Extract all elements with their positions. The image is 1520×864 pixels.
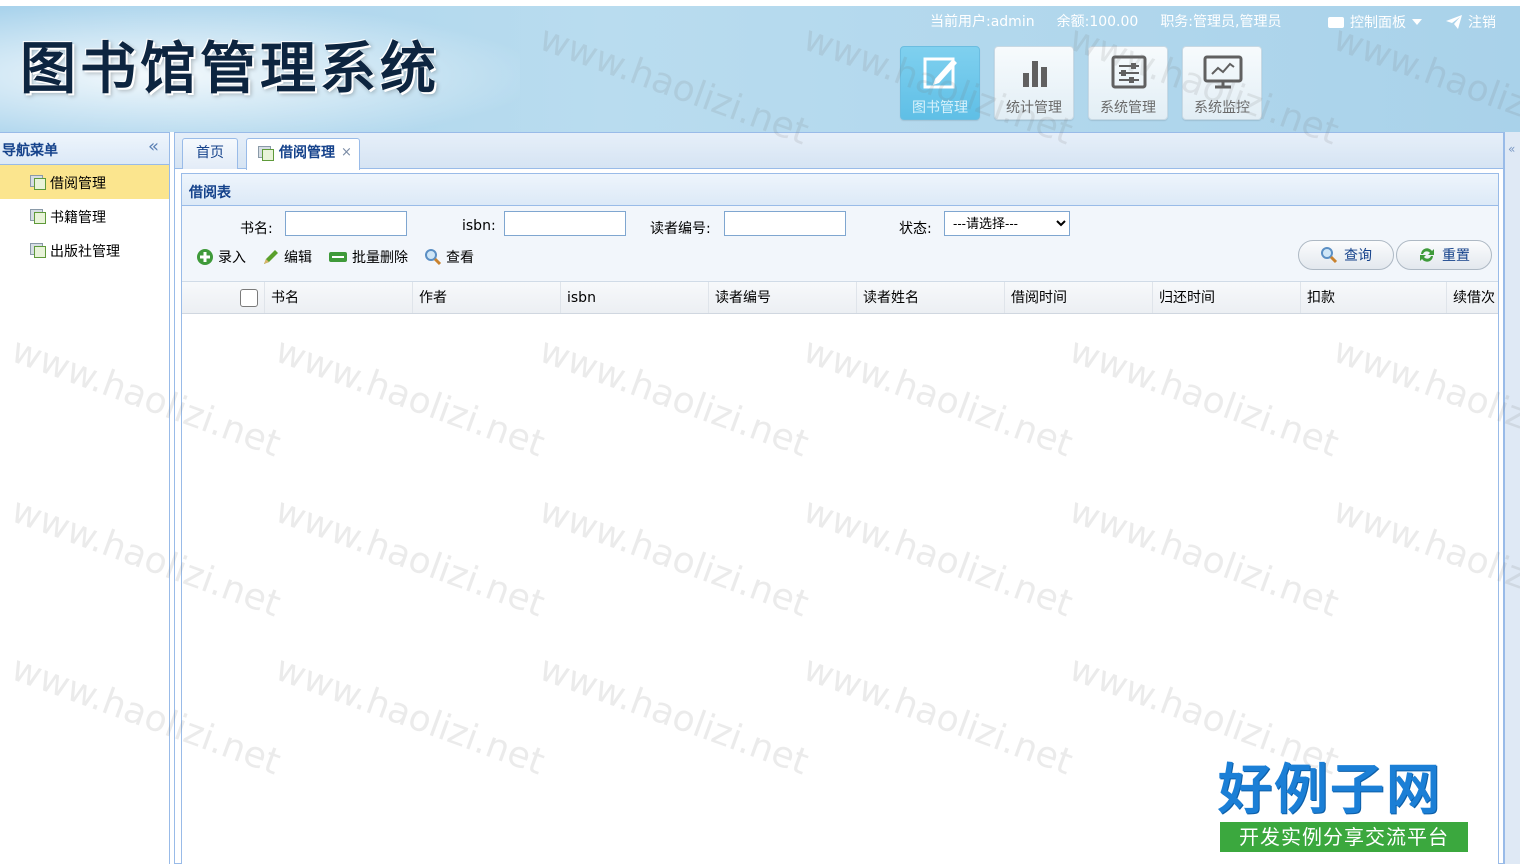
collapse-sidebar-icon[interactable]: «	[148, 137, 159, 157]
column-header-borrow-time[interactable]: 借阅时间	[1004, 282, 1152, 313]
status-select[interactable]: ---请选择---	[944, 211, 1070, 236]
column-header-return-time[interactable]: 归还时间	[1152, 282, 1300, 313]
refresh-icon	[1420, 248, 1434, 262]
column-header-renew-count[interactable]: 续借次	[1446, 282, 1498, 313]
window-icon	[30, 243, 46, 258]
tab-borrow-management[interactable]: 借阅管理 ×	[246, 138, 360, 170]
panel-title: 借阅表	[189, 185, 231, 201]
magnifier-icon	[425, 249, 442, 266]
module-label: 统计管理	[1006, 100, 1062, 116]
role-value: 管理员,管理员	[1193, 14, 1282, 30]
query-label: 查询	[1344, 248, 1372, 264]
sidebar-item-publisher-management[interactable]: 出版社管理	[0, 233, 169, 267]
bar-chart-icon	[1023, 61, 1047, 87]
send-icon	[1446, 15, 1462, 29]
user-label: 当前用户:	[930, 14, 991, 30]
app-header: 图书馆管理系统 当前用户: admin 余额: 100.00 职务: 管理员,管…	[0, 6, 1520, 132]
module-label: 系统管理	[1100, 100, 1156, 116]
edit-button[interactable]: 编辑	[262, 247, 312, 267]
sidebar-item-label: 借阅管理	[50, 176, 106, 192]
edit-label: 编辑	[284, 250, 312, 266]
monitor-icon	[1203, 55, 1243, 89]
control-panel-label: 控制面板	[1350, 15, 1406, 31]
logo-title: 好例子网	[1218, 757, 1442, 821]
column-header-isbn[interactable]: isbn	[560, 282, 708, 313]
nav-sidebar: 导航菜单 « 借阅管理 书籍管理 出版社管理	[0, 132, 170, 864]
add-label: 录入	[218, 250, 246, 266]
right-collapsed-panel[interactable]: «	[1504, 132, 1520, 864]
settings-sliders-icon	[1111, 55, 1147, 89]
module-book-management-button[interactable]: 图书管理	[900, 46, 980, 120]
action-bar: 录入 编辑 批量删除 查看	[196, 247, 474, 267]
edit-icon	[923, 57, 957, 89]
balance-label: 余额:	[1056, 14, 1090, 30]
view-label: 查看	[446, 250, 474, 266]
book-name-label: 书名:	[240, 221, 273, 237]
book-name-input[interactable]	[285, 211, 407, 236]
sidebar-item-label: 出版社管理	[50, 244, 120, 260]
panel-header: 借阅表	[182, 174, 1498, 206]
sidebar-title: 导航菜单	[2, 143, 58, 159]
magnifier-icon	[1321, 247, 1338, 264]
status-label: 状态:	[899, 221, 932, 237]
column-header-reader-name[interactable]: 读者姓名	[856, 282, 1004, 313]
module-statistics-button[interactable]: 统计管理	[994, 46, 1074, 120]
chevron-down-icon	[1412, 19, 1422, 25]
tabs-bar: 首页 借阅管理 ×	[175, 133, 1503, 170]
app-title: 图书馆管理系统	[20, 36, 440, 102]
column-header-book-name[interactable]: 书名	[264, 282, 412, 313]
role-label: 职务:	[1160, 14, 1194, 30]
logo-subtitle: 开发实例分享交流平台	[1220, 822, 1468, 852]
view-button[interactable]: 查看	[424, 247, 474, 267]
grid-header: 书名 作者 isbn 读者编号 读者姓名 借阅时间 归还时间 扣款 续借次	[182, 282, 1498, 314]
batch-delete-button[interactable]: 批量删除	[328, 247, 408, 267]
window-icon	[258, 146, 274, 161]
tab-home[interactable]: 首页	[182, 138, 238, 169]
pencil-icon	[264, 250, 278, 264]
balance-value: 100.00	[1089, 14, 1139, 30]
column-header-deduction[interactable]: 扣款	[1300, 282, 1448, 313]
panel-icon	[1328, 16, 1344, 28]
reset-label: 重置	[1442, 248, 1470, 264]
add-button[interactable]: 录入	[196, 247, 246, 267]
reader-no-input[interactable]	[724, 211, 846, 236]
sidebar-item-label: 书籍管理	[50, 210, 106, 226]
batch-delete-label: 批量删除	[352, 250, 408, 266]
reset-button[interactable]: 重置	[1396, 240, 1492, 270]
user-value: admin	[990, 14, 1035, 30]
expand-icon: «	[1508, 142, 1516, 156]
close-icon[interactable]: ×	[341, 139, 352, 167]
module-system-button[interactable]: 系统管理	[1088, 46, 1168, 120]
column-header-reader-no[interactable]: 读者编号	[708, 282, 856, 313]
reader-no-label: 读者编号:	[650, 221, 711, 237]
module-buttons: 图书管理 统计管理 系统管理 系统监控	[900, 46, 1262, 120]
logout-link[interactable]: 注销	[1446, 12, 1496, 32]
module-label: 图书管理	[912, 100, 968, 116]
logout-label: 注销	[1468, 15, 1496, 31]
sidebar-header: 导航菜单 «	[0, 133, 169, 165]
sidebar-item-borrow-management[interactable]: 借阅管理	[0, 165, 169, 199]
search-toolbar: 书名: isbn: 读者编号: 状态: ---请选择--- 录入 编辑 批量删除…	[182, 206, 1498, 282]
window-icon	[30, 209, 46, 224]
isbn-label: isbn:	[462, 218, 496, 234]
select-all-checkbox[interactable]	[240, 289, 258, 307]
module-monitor-button[interactable]: 系统监控	[1182, 46, 1262, 120]
window-icon	[30, 175, 46, 190]
minus-icon	[329, 252, 347, 262]
user-info: 当前用户: admin 余额: 100.00 职务: 管理员,管理员	[930, 12, 1303, 32]
site-logo: 好例子网 开发实例分享交流平台	[1218, 756, 1470, 856]
query-button[interactable]: 查询	[1298, 240, 1394, 270]
sidebar-item-book-management[interactable]: 书籍管理	[0, 199, 169, 233]
control-panel-menu[interactable]: 控制面板	[1328, 12, 1422, 32]
tab-label: 借阅管理	[279, 145, 335, 161]
top-links: 控制面板 注销	[1328, 12, 1496, 32]
column-header-author[interactable]: 作者	[412, 282, 560, 313]
add-icon	[197, 249, 213, 265]
module-label: 系统监控	[1194, 100, 1250, 116]
main-content: 首页 借阅管理 × 借阅表 书名: isbn: 读者编号: 状态: ---请选择…	[174, 132, 1504, 864]
isbn-input[interactable]	[504, 211, 626, 236]
